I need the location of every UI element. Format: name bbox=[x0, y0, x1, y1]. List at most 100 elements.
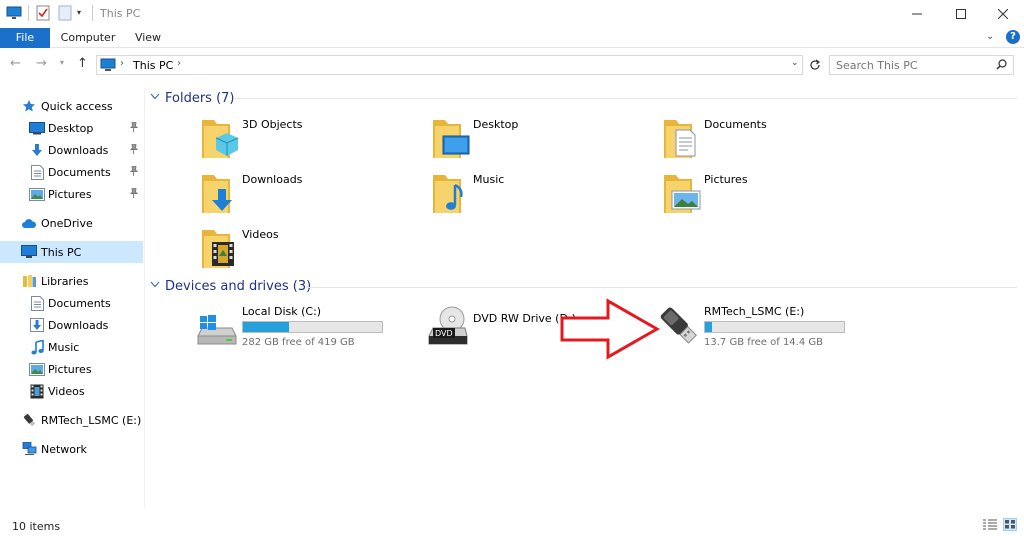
tab-computer[interactable]: Computer bbox=[56, 28, 120, 48]
folder-tile-music[interactable]: Music bbox=[431, 171, 631, 219]
downloads-icon bbox=[29, 317, 45, 333]
computer-icon[interactable] bbox=[6, 6, 22, 23]
address-bar[interactable]: › This PC › bbox=[96, 55, 803, 75]
sidebar-item-label: Desktop bbox=[48, 121, 94, 135]
drive-label: Local Disk (C:) bbox=[242, 305, 322, 318]
breadcrumb-this-pc[interactable]: This PC bbox=[133, 59, 173, 72]
folder-tile-label: Music bbox=[473, 173, 505, 186]
sidebar-item-label: OneDrive bbox=[41, 216, 93, 230]
drives-group-header[interactable]: Devices and drives (3) bbox=[150, 276, 311, 296]
desktop-icon bbox=[29, 120, 45, 136]
sidebar-item-library-pictures[interactable]: Pictures bbox=[0, 358, 143, 380]
refresh-icon bbox=[810, 59, 821, 70]
sidebar-item-label: Downloads bbox=[48, 318, 109, 332]
sidebar-item-library-music[interactable]: Music bbox=[0, 336, 143, 358]
maximize-button[interactable] bbox=[938, 0, 984, 28]
breadcrumb-separator-icon[interactable]: › bbox=[177, 58, 181, 69]
sidebar-item-label: Network bbox=[41, 442, 87, 456]
chevron-down-icon[interactable] bbox=[150, 281, 162, 291]
folder-tile-desktop[interactable]: Desktop bbox=[431, 116, 631, 164]
pin-icon[interactable] bbox=[129, 187, 139, 201]
sidebar-item-desktop[interactable]: Desktop bbox=[0, 117, 143, 139]
recent-locations-dropdown-icon[interactable]: ▾ bbox=[60, 58, 64, 67]
pin-icon[interactable] bbox=[129, 121, 139, 135]
downloads-icon bbox=[29, 142, 45, 158]
tab-view[interactable]: View bbox=[128, 28, 168, 48]
ribbon-tabs: File Computer View ⌄ ? bbox=[0, 28, 1024, 48]
windows-disk-icon bbox=[196, 312, 238, 351]
drive-usage-bar bbox=[242, 321, 383, 333]
folder-tile-pictures[interactable]: Pictures bbox=[662, 171, 862, 219]
forward-button[interactable]: → bbox=[36, 56, 47, 71]
sidebar-item-label: Downloads bbox=[48, 143, 109, 157]
sidebar-item-onedrive[interactable]: OneDrive bbox=[0, 212, 143, 234]
sidebar-item-network[interactable]: Network bbox=[0, 438, 143, 460]
drive-usage-fill bbox=[243, 322, 289, 332]
folder-tile-downloads[interactable]: Downloads bbox=[200, 171, 400, 219]
close-button[interactable] bbox=[980, 0, 1024, 28]
divider bbox=[28, 5, 29, 21]
sidebar-item-pictures[interactable]: Pictures bbox=[0, 183, 143, 205]
folder-tile-label: Pictures bbox=[704, 173, 748, 186]
breadcrumb-separator-icon[interactable]: › bbox=[120, 58, 124, 69]
sidebar-item-label: This PC bbox=[41, 245, 82, 259]
music-icon bbox=[29, 339, 45, 355]
address-dropdown-button[interactable]: ⌄ bbox=[788, 55, 804, 75]
new-folder-icon[interactable] bbox=[58, 5, 72, 24]
sidebar-item-label: Documents bbox=[48, 165, 111, 179]
sidebar-item-quick-access[interactable]: Quick access bbox=[0, 95, 143, 117]
chevron-down-icon: ⌄ bbox=[791, 58, 799, 68]
folders-group-title: Folders (7) bbox=[165, 90, 235, 106]
details-view-icon[interactable] bbox=[983, 519, 997, 534]
folder-tile-documents[interactable]: Documents bbox=[662, 116, 862, 164]
divider bbox=[92, 5, 93, 21]
sidebar-item-label: Pictures bbox=[48, 362, 92, 376]
minimize-button[interactable] bbox=[894, 0, 940, 28]
search-icon[interactable] bbox=[996, 59, 1007, 73]
expand-ribbon-icon[interactable]: ⌄ bbox=[986, 31, 994, 42]
documents-folder-icon bbox=[662, 116, 702, 162]
folder-tile-3d-objects[interactable]: 3D Objects bbox=[200, 116, 400, 164]
star-icon bbox=[21, 98, 37, 114]
back-button[interactable]: ← bbox=[10, 56, 21, 71]
sidebar-item-this-pc[interactable]: This PC bbox=[0, 241, 143, 263]
up-button[interactable]: ↑ bbox=[77, 56, 88, 71]
quick-access-toolbar-dropdown-icon[interactable]: ▾ bbox=[77, 8, 81, 17]
search-box[interactable] bbox=[829, 55, 1014, 75]
downloads-folder-icon bbox=[200, 171, 240, 217]
videos-icon bbox=[29, 383, 45, 399]
sidebar-item-documents[interactable]: Documents bbox=[0, 161, 143, 183]
help-icon[interactable]: ? bbox=[1006, 30, 1020, 44]
sidebar-item-usb-drive[interactable]: RMTech_LSMC (E:) bbox=[0, 409, 143, 431]
sidebar-item-library-downloads[interactable]: Downloads bbox=[0, 314, 143, 336]
music-folder-icon bbox=[431, 171, 471, 217]
tab-file[interactable]: File bbox=[0, 28, 50, 48]
pin-icon[interactable] bbox=[129, 165, 139, 179]
large-icons-view-icon[interactable] bbox=[1003, 518, 1017, 531]
sidebar-item-downloads[interactable]: Downloads bbox=[0, 139, 143, 161]
search-input[interactable] bbox=[830, 56, 990, 74]
network-icon bbox=[21, 441, 37, 457]
sidebar-item-libraries[interactable]: Libraries bbox=[0, 270, 143, 292]
drive-tile-local-disk-c[interactable]: Local Disk (C:) 282 GB free of 419 GB bbox=[196, 302, 406, 350]
drive-usage-fill bbox=[705, 322, 712, 332]
documents-icon bbox=[29, 164, 45, 180]
folder-tile-label: Desktop bbox=[473, 118, 519, 131]
sidebar-item-library-documents[interactable]: Documents bbox=[0, 292, 143, 314]
computer-icon bbox=[21, 244, 37, 260]
folder-tile-label: Documents bbox=[704, 118, 767, 131]
documents-icon bbox=[29, 295, 45, 311]
sidebar-item-label: Music bbox=[48, 340, 80, 354]
folders-group-header[interactable]: Folders (7) bbox=[150, 88, 235, 108]
properties-icon[interactable] bbox=[36, 5, 50, 24]
sidebar-item-library-videos[interactable]: Videos bbox=[0, 380, 143, 402]
drive-tile-usb-e[interactable]: RMTech_LSMC (E:) 13.7 GB free of 14.4 GB bbox=[658, 302, 868, 350]
refresh-button[interactable] bbox=[806, 55, 824, 75]
sidebar-item-label: Pictures bbox=[48, 187, 92, 201]
pictures-icon bbox=[29, 186, 45, 202]
pin-icon[interactable] bbox=[129, 143, 139, 157]
folder-tile-videos[interactable]: Videos bbox=[200, 226, 400, 274]
chevron-down-icon[interactable] bbox=[150, 93, 162, 103]
cloud-icon bbox=[21, 215, 37, 231]
group-divider bbox=[306, 287, 1017, 288]
